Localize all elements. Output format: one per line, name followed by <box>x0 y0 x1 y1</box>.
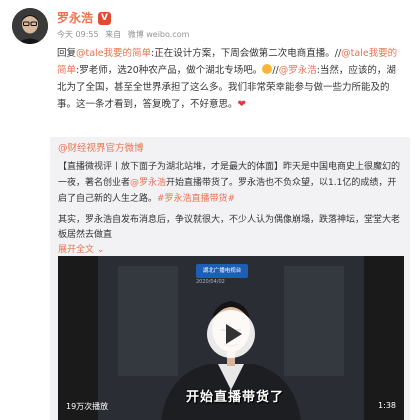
hashtag-link[interactable]: #罗永浩直播带货# <box>157 194 235 204</box>
repost-text: 【直播微视评丨放下面子为湖北站堆，才是最大的体面】昨天是中国电商史上很魔幻的一夜… <box>58 159 404 207</box>
reply-user-link[interactable]: @tale我要的简单 <box>76 48 151 59</box>
video-player[interactable]: 湖北广播电视台 2020/04/02 开始直播带货了 19万次播放 1:38 <box>58 256 404 420</box>
post-text-part: :正在设计方案，下周会做第二次电商直播。// <box>151 48 342 59</box>
repost-author-link[interactable]: @财经视界官方微博 <box>58 142 144 156</box>
post-time[interactable]: 今天 09:55 <box>57 30 99 39</box>
video-caption: 开始直播带货了 <box>186 390 285 405</box>
video-duration: 1:38 <box>378 401 396 410</box>
weibo-post-card: 罗永浩 V 今天 09:55 来自 微博 weibo.com 回复@tale我要… <box>0 0 415 420</box>
expand-full-text-link[interactable]: 展开全文 ⌄ <box>58 245 104 255</box>
repost-topic: 【直播微视评丨放下面子为湖北站堆，才是最大的体面】 <box>58 162 284 172</box>
play-button[interactable] <box>207 310 255 358</box>
source-prefix: 来自 <box>105 30 122 39</box>
channel-logo: 湖北广播电视台 <box>196 264 248 278</box>
post-text-part: :罗老师，选20种农产品，做个湖北专场吧。 <box>76 65 263 76</box>
reply-prefix: 回复 <box>57 48 77 59</box>
video-date-mark: 2020/04/02 <box>196 279 225 285</box>
play-icon <box>226 324 242 344</box>
post-source[interactable]: 微博 weibo.com <box>128 30 190 39</box>
mention-link[interactable]: @罗永浩 <box>279 65 317 76</box>
avatar-photo <box>12 8 48 44</box>
repost-text-part: 其实，罗永浩自发布消息后，争议就很大，不少人认为偶像崩塌，跌落神坛，堂堂大老板居… <box>58 215 401 240</box>
heart-emoji-icon: ❤ <box>237 99 246 110</box>
repost-more-text: 其实，罗永浩自发布消息后，争议就很大，不少人认为偶像崩塌，跌落神坛，堂堂大老板居… <box>58 213 404 258</box>
view-count: 19万次播放 <box>66 402 109 411</box>
chevron-down-icon: ⌄ <box>96 245 105 255</box>
repost-box: @财经视界官方微博 【直播微视评丨放下面子为湖北站堆，才是最大的体面】昨天是中国… <box>50 137 410 420</box>
repost-mention-link[interactable]: @罗永浩 <box>130 178 166 188</box>
laugh-emoji-icon <box>262 64 273 74</box>
verified-badge-icon: V <box>98 11 112 25</box>
username-link[interactable]: 罗永浩 <box>57 10 93 26</box>
username-row: 罗永浩 V <box>57 10 112 26</box>
post-meta: 今天 09:55 来自 微博 weibo.com <box>57 29 193 41</box>
post-text: 回复@tale我要的简单:正在设计方案，下周会做第二次电商直播。//@tale我… <box>57 45 402 113</box>
avatar[interactable] <box>12 8 48 44</box>
